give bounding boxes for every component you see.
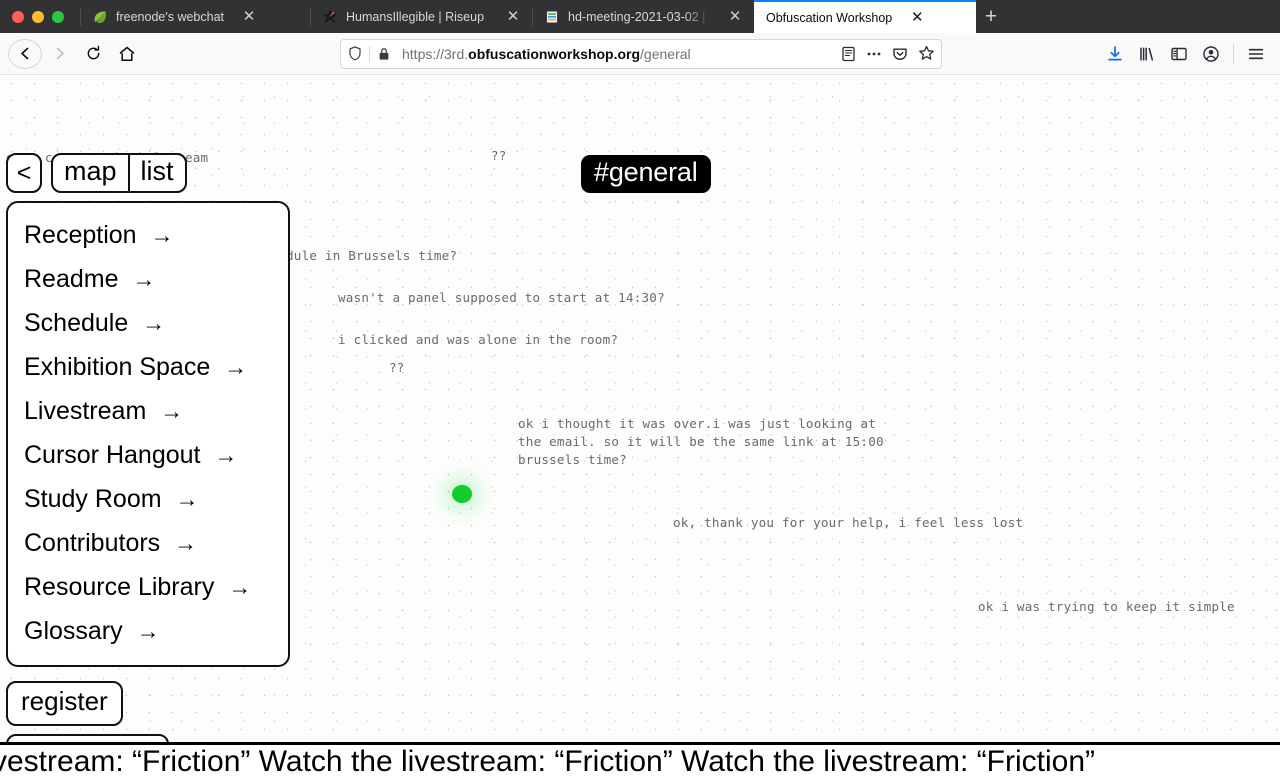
- arrow-right-icon: →: [174, 530, 198, 557]
- nav-item-exhibition-space[interactable]: Exhibition Space →: [8, 345, 288, 389]
- close-icon[interactable]: ✕: [238, 6, 260, 28]
- nav-item-label: Glossary: [24, 617, 123, 646]
- etherpad-icon: [544, 9, 560, 25]
- arrow-right-icon: →: [160, 398, 184, 425]
- bookmark-star-icon[interactable]: [913, 41, 939, 67]
- tab-strip: freenode's webchat ✕ HumansIllegible | R…: [0, 0, 1280, 33]
- tab-title: HumansIllegible | Riseup Pad: [346, 9, 488, 24]
- library-icon[interactable]: [1131, 38, 1163, 70]
- arrow-right-icon: →: [142, 310, 166, 337]
- chat-message: ??: [491, 148, 507, 163]
- livestream-ticker: vestream: “Friction” Watch the livestrea…: [0, 742, 1280, 776]
- arrow-right-icon: →: [136, 618, 160, 645]
- panel-back-button[interactable]: <: [6, 153, 42, 193]
- pocket-icon[interactable]: [887, 41, 913, 67]
- nav-item-label: Exhibition Space: [24, 353, 211, 382]
- leaf-icon: [92, 9, 108, 25]
- nav-item-study-room[interactable]: Study Room →: [8, 477, 288, 521]
- nav-item-label: Cursor Hangout: [24, 441, 201, 470]
- chat-message: dule in Brussels time?: [286, 248, 458, 263]
- nav-item-reception[interactable]: Reception →: [8, 213, 288, 257]
- maximize-window-button[interactable]: [52, 10, 64, 23]
- window-traffic-lights: [0, 0, 80, 33]
- reader-view-icon[interactable]: [835, 41, 861, 67]
- nav-item-label: Reception: [24, 221, 137, 250]
- nav-item-readme[interactable]: Readme →: [8, 257, 288, 301]
- close-icon[interactable]: ✕: [906, 7, 928, 29]
- url-text[interactable]: https://3rd.obfuscationworkshop.org/gene…: [398, 46, 835, 62]
- nav-item-label: Contributors: [24, 529, 161, 558]
- view-mode-list[interactable]: list: [127, 155, 185, 192]
- close-window-button[interactable]: [12, 10, 24, 23]
- browser-tab-riseup-pad[interactable]: HumansIllegible | Riseup Pad ✕: [310, 0, 532, 33]
- url-bar-actions: [835, 41, 941, 67]
- view-mode-toggle: map list: [51, 153, 187, 194]
- reload-button[interactable]: [76, 37, 110, 71]
- close-icon[interactable]: ✕: [502, 6, 524, 28]
- user-cursor-dot[interactable]: [452, 485, 472, 503]
- url-bar[interactable]: https://3rd.obfuscationworkshop.org/gene…: [340, 38, 942, 69]
- arrow-right-icon: →: [228, 574, 252, 601]
- chat-message: ok i was trying to keep it simple: [978, 599, 1235, 614]
- sidebar-icon[interactable]: [1163, 38, 1195, 70]
- browser-window: freenode's webchat ✕ HumansIllegible | R…: [0, 0, 1280, 776]
- room-nav-list: Reception → Readme → Schedule → Exhibiti…: [6, 201, 290, 668]
- nav-item-contributors[interactable]: Contributors →: [8, 521, 288, 565]
- minimize-window-button[interactable]: [32, 10, 44, 23]
- back-button[interactable]: [8, 38, 42, 69]
- hamburger-menu-icon[interactable]: [1240, 38, 1272, 70]
- browser-tab-freenode[interactable]: freenode's webchat ✕: [80, 0, 310, 33]
- nav-item-resource-library[interactable]: Resource Library →: [8, 565, 288, 609]
- nav-item-label: Livestream: [24, 397, 147, 426]
- register-button[interactable]: register: [6, 681, 123, 726]
- close-icon[interactable]: ✕: [724, 6, 746, 28]
- new-tab-button[interactable]: +: [976, 0, 1006, 33]
- nav-item-label: Schedule: [24, 309, 129, 338]
- page-content: #general g to contact the help team ?? d…: [0, 75, 1280, 776]
- forward-button[interactable]: [42, 37, 76, 71]
- download-icon[interactable]: [1099, 38, 1131, 70]
- tab-title: Obfuscation Workshop: [766, 10, 893, 25]
- chat-message: wasn't a panel supposed to start at 14:3…: [338, 290, 665, 305]
- nav-item-cursor-hangout[interactable]: Cursor Hangout →: [8, 433, 288, 477]
- riseup-star-icon: [322, 8, 338, 25]
- account-icon[interactable]: [1195, 38, 1227, 70]
- nav-item-glossary[interactable]: Glossary →: [8, 609, 288, 653]
- arrow-right-icon: →: [214, 442, 238, 469]
- chat-message: ??: [389, 360, 405, 375]
- chat-message: ok i thought it was over.i was just look…: [518, 416, 884, 467]
- arrow-right-icon: →: [150, 222, 174, 249]
- lock-icon[interactable]: [370, 47, 398, 61]
- shield-icon[interactable]: [341, 46, 369, 61]
- tab-title: hd-meeting-2021-03-02 | Ethe: [568, 9, 710, 24]
- browser-tab-obfuscation-workshop[interactable]: Obfuscation Workshop ✕: [754, 0, 976, 33]
- ticker-text: vestream: “Friction” Watch the livestrea…: [0, 745, 1095, 776]
- toolbar-divider: [1233, 43, 1234, 64]
- arrow-right-icon: →: [132, 266, 156, 293]
- navigation-toolbar: https://3rd.obfuscationworkshop.org/gene…: [0, 33, 1280, 75]
- nav-item-livestream[interactable]: Livestream →: [8, 389, 288, 433]
- browser-toolbar-right: [1099, 38, 1272, 70]
- tab-title: freenode's webchat: [116, 9, 225, 24]
- panel-top-controls: < map list: [6, 153, 306, 194]
- chat-message: ok, thank you for your help, i feel less…: [673, 515, 1024, 530]
- view-mode-map[interactable]: map: [53, 155, 128, 191]
- nav-item-label: Readme: [24, 265, 119, 294]
- site-navigation-panel: < map list Reception → Readme → Schedule…: [6, 153, 306, 776]
- nav-item-label: Resource Library: [24, 573, 215, 602]
- arrow-right-icon: →: [175, 486, 199, 513]
- page-actions-icon[interactable]: [861, 41, 887, 67]
- chat-message: i clicked and was alone in the room?: [338, 332, 619, 347]
- arrow-right-icon: →: [224, 354, 248, 381]
- nav-item-schedule[interactable]: Schedule →: [8, 301, 288, 345]
- browser-tab-etherpad[interactable]: hd-meeting-2021-03-02 | Ethe ✕: [532, 0, 754, 33]
- nav-item-label: Study Room: [24, 485, 162, 514]
- home-button[interactable]: [110, 37, 144, 71]
